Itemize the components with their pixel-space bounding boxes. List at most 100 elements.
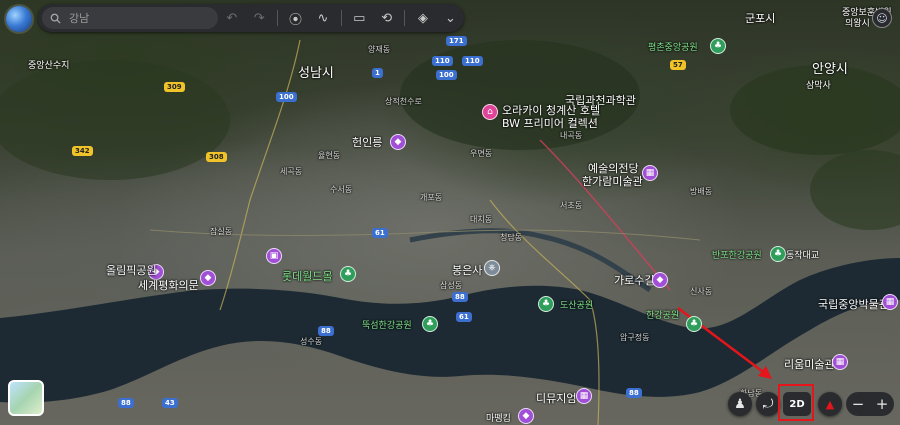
place-label[interactable]: 서초동 bbox=[560, 200, 582, 211]
place-label[interactable]: 헌인릉 bbox=[352, 134, 382, 150]
route-shield: 88 bbox=[452, 292, 468, 302]
route-shield: 61 bbox=[456, 312, 472, 322]
place-label[interactable]: 삼막사 bbox=[806, 78, 831, 91]
toolbar: ↶ ↷ ⦿ ∿ ▭ ⟲ ◈ ⌄ bbox=[38, 4, 464, 32]
place-label[interactable]: 안양시 bbox=[812, 58, 848, 77]
place-label[interactable]: 청담동 bbox=[500, 232, 522, 243]
historical-imagery-icon[interactable]: ⟲ bbox=[373, 4, 400, 32]
shopping-pin-icon[interactable]: ◆ bbox=[652, 272, 668, 288]
place-label[interactable]: 삼성동 bbox=[440, 280, 462, 291]
place-label[interactable]: 봉은사 bbox=[452, 262, 482, 278]
museum-pin-icon[interactable]: ▦ bbox=[576, 388, 592, 404]
map-style-thumbnail[interactable] bbox=[8, 380, 44, 416]
park-pin-icon[interactable]: ♣ bbox=[686, 316, 702, 332]
place-label[interactable]: 디뮤지엄 bbox=[536, 390, 576, 406]
place-label[interactable]: 도산공원 bbox=[560, 298, 593, 311]
placemark-icon[interactable]: ⦿ bbox=[282, 4, 309, 32]
place-label[interactable]: 국립중앙박물관 bbox=[818, 296, 889, 312]
place-label[interactable]: 우면동 bbox=[470, 148, 492, 159]
landmark-pin-icon[interactable]: ◆ bbox=[390, 134, 406, 150]
pegman-icon[interactable]: ♟ bbox=[728, 392, 752, 416]
place-label[interactable]: 대치동 bbox=[470, 214, 492, 225]
temple-pin-icon[interactable]: ⎈ bbox=[484, 260, 500, 276]
park-pin-icon[interactable]: ♣ bbox=[422, 316, 438, 332]
park-pin-icon[interactable]: ♣ bbox=[770, 246, 786, 262]
hotel-pin-icon[interactable]: ⌂ bbox=[482, 104, 498, 120]
place-label[interactable]: 가로수길 bbox=[614, 272, 654, 288]
place-label[interactable]: 평촌중앙공원 bbox=[648, 40, 698, 53]
museum-pin-icon[interactable]: ▦ bbox=[832, 354, 848, 370]
place-label[interactable]: 수서동 bbox=[330, 184, 352, 195]
park-pin-icon[interactable]: ♣ bbox=[538, 296, 554, 312]
place-label[interactable]: 세계평화의문 bbox=[138, 277, 199, 293]
place-label[interactable]: 한강공원 bbox=[646, 308, 679, 321]
chevron-down-icon[interactable]: ⌄ bbox=[437, 4, 464, 32]
place-label[interactable]: 율현동 bbox=[318, 150, 340, 161]
shopping-pin-icon[interactable]: ▣ bbox=[266, 248, 282, 264]
park-pin-icon[interactable]: ♣ bbox=[340, 266, 356, 282]
route-shield: 110 bbox=[432, 56, 453, 66]
search-input[interactable] bbox=[67, 10, 211, 26]
museum-pin-icon[interactable]: ▦ bbox=[882, 294, 898, 310]
layers-icon[interactable]: ◈ bbox=[409, 4, 436, 32]
museum-pin-icon[interactable]: ▦ bbox=[642, 165, 658, 181]
search-field[interactable] bbox=[42, 7, 219, 29]
route-shield: 88 bbox=[626, 388, 642, 398]
place-label[interactable]: 군포시 bbox=[745, 10, 775, 26]
map-view[interactable]: 성남시 군포시 안양시 중앙산수지 의왕시 삼막사 국립과천과학관 ⌂ 오라카이… bbox=[0, 0, 900, 425]
path-icon[interactable]: ∿ bbox=[309, 4, 336, 32]
route-shield: 43 bbox=[162, 398, 178, 408]
place-label[interactable]: 양재동 bbox=[368, 44, 390, 55]
route-shield: 100 bbox=[276, 92, 297, 102]
zoom-out-button[interactable]: − bbox=[852, 395, 865, 413]
place-label[interactable]: 상적천수로 bbox=[385, 96, 422, 107]
place-label[interactable]: 성수동 bbox=[300, 336, 322, 347]
shopping-pin-icon[interactable]: ◆ bbox=[518, 408, 534, 424]
route-shield: 61 bbox=[372, 228, 388, 238]
place-label[interactable]: 잠실동 bbox=[210, 226, 232, 237]
place-label[interactable]: 리움미술관 bbox=[784, 356, 835, 372]
route-shield: 308 bbox=[206, 152, 227, 162]
place-label[interactable]: 마뗑킴 bbox=[486, 411, 511, 424]
place-label[interactable]: 한가람미술관 bbox=[582, 173, 643, 189]
zoom-in-button[interactable]: + bbox=[876, 395, 889, 413]
place-label[interactable]: 방배동 bbox=[690, 186, 712, 197]
route-shield: 171 bbox=[446, 36, 467, 46]
measure-ruler-icon[interactable]: ▭ bbox=[346, 4, 373, 32]
park-pin-icon[interactable]: ♣ bbox=[710, 38, 726, 54]
route-shield: 110 bbox=[462, 56, 483, 66]
route-shield: 342 bbox=[72, 146, 93, 156]
route-shield: 100 bbox=[436, 70, 457, 80]
zoom-controls: − + bbox=[846, 392, 894, 416]
rotate-icon[interactable]: ⤾ bbox=[756, 392, 780, 416]
place-label[interactable]: 신사동 bbox=[690, 286, 712, 297]
place-label[interactable]: 성남시 bbox=[298, 62, 334, 81]
divider bbox=[404, 10, 406, 26]
route-shield: 88 bbox=[318, 326, 334, 336]
place-label[interactable]: 압구정동 bbox=[620, 332, 649, 343]
undo-icon[interactable]: ↶ bbox=[218, 4, 245, 32]
place-label[interactable]: 뚝섬한강공원 bbox=[362, 318, 412, 331]
route-shield: 57 bbox=[670, 60, 686, 70]
landmark-pin-icon[interactable]: ◆ bbox=[200, 270, 216, 286]
place-label[interactable]: BW 프리미어 컬렉션 bbox=[502, 115, 598, 131]
route-shield: 88 bbox=[118, 398, 134, 408]
divider bbox=[340, 10, 342, 26]
place-label[interactable]: 롯데월드몰 bbox=[282, 268, 333, 284]
earth-logo-icon[interactable] bbox=[6, 6, 32, 32]
highlight-box bbox=[778, 384, 814, 421]
place-label[interactable]: 중앙산수지 bbox=[28, 58, 69, 71]
place-label[interactable]: 세곡동 bbox=[280, 166, 302, 177]
mountain-area bbox=[810, 150, 900, 230]
redo-icon[interactable]: ↷ bbox=[246, 4, 273, 32]
place-label[interactable]: 동작대교 bbox=[786, 248, 819, 261]
compass-icon[interactable]: ▲ bbox=[818, 392, 842, 416]
place-label[interactable]: 개포동 bbox=[420, 192, 442, 203]
place-label[interactable]: 반포한강공원 bbox=[712, 248, 762, 261]
search-icon bbox=[50, 13, 61, 24]
place-label[interactable]: 올림픽공원 bbox=[106, 262, 157, 278]
account-avatar-icon[interactable]: ☺ bbox=[872, 8, 892, 28]
annotation-arrowhead bbox=[758, 366, 772, 379]
route-shield: 1 bbox=[372, 68, 383, 78]
place-label[interactable]: 내곡동 bbox=[560, 130, 582, 141]
